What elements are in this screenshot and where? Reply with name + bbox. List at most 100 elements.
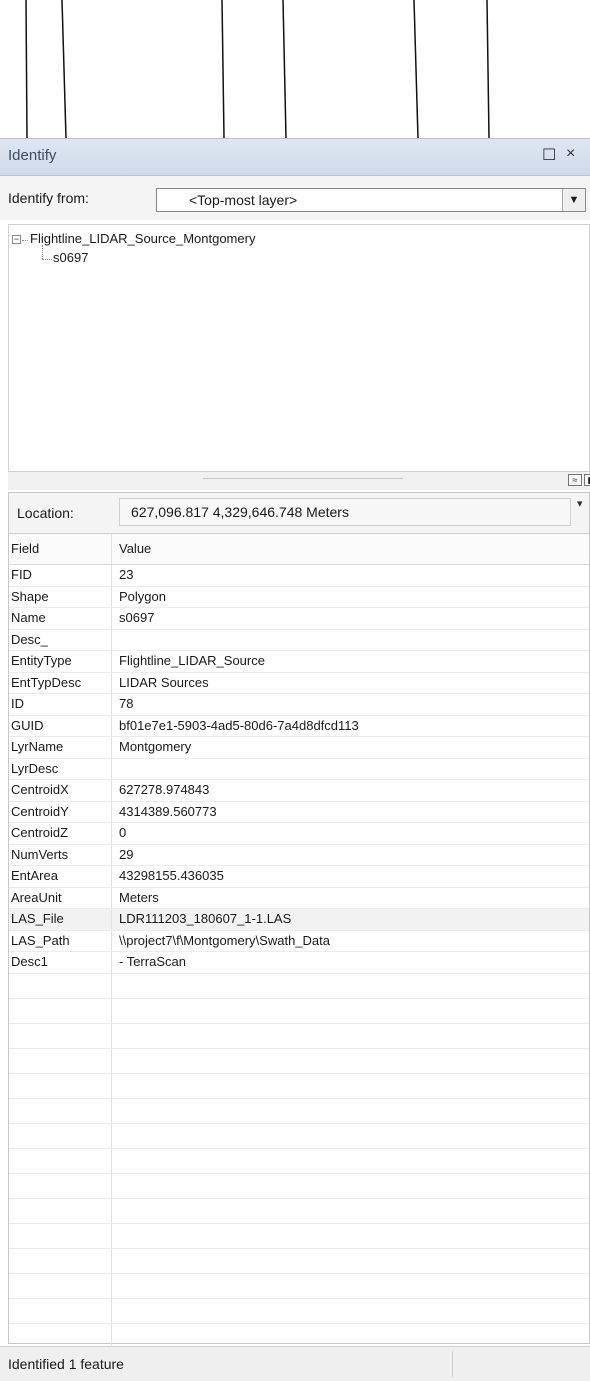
results-tree[interactable]: − Flightline_LIDAR_Source_Montgomery s06… (8, 224, 590, 472)
table-row[interactable]: LyrName Montgomery (9, 737, 589, 759)
value-cell: 29 (119, 846, 134, 862)
value-cell: Polygon (119, 588, 166, 604)
table-header: Field Value (9, 534, 589, 565)
table-row[interactable]: LyrDesc (9, 758, 589, 780)
window-title: Identify (8, 147, 57, 164)
table-row[interactable]: CentroidZ 0 (9, 823, 589, 845)
field-cell: EntArea (9, 866, 112, 887)
field-cell: Name (9, 608, 112, 629)
table-row[interactable]: ID 78 (9, 694, 589, 716)
splitter-grip[interactable] (203, 478, 403, 479)
maximize-icon[interactable]: ☐ (542, 145, 556, 165)
value-cell: bf01e7e1-5903-4ad5-80d6-7a4d8dfcd113 (119, 717, 359, 733)
table-row[interactable]: GUID bf01e7e1-5903-4ad5-80d6-7a4d8dfcd113 (9, 715, 589, 737)
value-cell: s0697 (119, 610, 155, 625)
value-cell: Montgomery (119, 739, 192, 754)
location-value[interactable]: 627,096.817 4,329,646.748 Meters (119, 498, 571, 526)
tree-feature-node[interactable]: s0697 (53, 250, 88, 265)
table-row[interactable]: LAS_Path \\project7\f\Montgomery\Swath_Da… (9, 930, 589, 952)
empty-row (9, 1323, 589, 1349)
location-row: Location: 627,096.817 4,329,646.748 Mete… (9, 493, 589, 534)
map-view[interactable] (0, 0, 590, 138)
tree-layer-node[interactable]: Flightline_LIDAR_Source_Montgomery (30, 231, 255, 246)
value-cell: 78 (119, 696, 134, 711)
table-row[interactable]: AreaUnit Meters (9, 887, 589, 909)
field-cell: LyrDesc (9, 758, 112, 779)
tree-connector (22, 240, 28, 241)
location-label: Location: (17, 505, 74, 521)
table-row[interactable]: CentroidX 627278.974843 (9, 780, 589, 802)
attributes-panel: Location: 627,096.817 4,329,646.748 Mete… (8, 492, 590, 1374)
window-title-bar[interactable]: Identify ☐ × (0, 138, 590, 176)
chevron-down-icon[interactable]: ▼ (562, 189, 585, 211)
layout-toggle-icon[interactable]: ▮ (584, 474, 590, 486)
field-cell: CentroidY (9, 801, 112, 822)
value-cell: 627278.974843 (119, 782, 210, 797)
header-value[interactable]: Value (119, 534, 151, 564)
field-cell: LAS_File (9, 909, 112, 930)
status-bar: Identified 1 feature (0, 1346, 590, 1381)
value-cell: LDR111203_180607_1-1.LAS (119, 911, 292, 926)
empty-row (9, 1223, 589, 1249)
identify-from-selected: <Top-most layer> (189, 192, 298, 208)
table-row[interactable]: EntTypDesc LIDAR Sources (9, 672, 589, 694)
empty-row (9, 1248, 589, 1274)
empty-row (9, 1098, 589, 1124)
identify-from-dropdown[interactable]: <Top-most layer> ▼ (156, 188, 586, 212)
pane-splitter[interactable]: ≈ ▮ (8, 472, 590, 490)
value-cell: 0 (119, 825, 127, 840)
expand-up-icon[interactable]: ≈ (568, 474, 582, 486)
close-icon[interactable]: × (566, 145, 575, 163)
field-cell: Desc_ (9, 629, 112, 650)
field-cell: EntTypDesc (9, 672, 112, 693)
empty-row (9, 1073, 589, 1099)
empty-row (9, 973, 589, 999)
field-cell: GUID (9, 715, 112, 736)
attribute-table: Field Value FID 23 Shape Polygon Name s0697… (9, 534, 589, 1374)
empty-row (9, 1273, 589, 1299)
value-cell: 4314389.560773 (119, 803, 217, 819)
value-cell: - TerraScan (119, 954, 186, 969)
field-cell: Desc1 (9, 952, 112, 973)
table-row[interactable]: EntArea 43298155.436035 (9, 866, 589, 888)
table-row[interactable]: FID 23 (9, 565, 589, 587)
field-cell: LAS_Path (9, 930, 112, 951)
value-cell: LIDAR Sources (119, 674, 209, 690)
tree-connector (42, 245, 43, 259)
empty-row (9, 1048, 589, 1074)
table-row[interactable]: LAS_File LDR111203_180607_1-1.LAS (9, 909, 589, 931)
status-divider (452, 1351, 453, 1377)
value-cell: \\project7\f\Montgomery\Swath_Data (119, 932, 330, 948)
value-cell: 43298155.436035 (119, 868, 224, 883)
table-row[interactable]: NumVerts 29 (9, 844, 589, 866)
field-cell: NumVerts (9, 844, 112, 865)
header-field[interactable]: Field (9, 534, 112, 564)
map-flightlines (25, 0, 490, 138)
value-cell: Meters (119, 889, 159, 905)
value-cell: 23 (119, 567, 134, 582)
table-row[interactable]: Shape Polygon (9, 586, 589, 608)
empty-row (9, 998, 589, 1024)
collapse-icon[interactable]: − (12, 235, 21, 244)
location-menu-icon[interactable]: ▾ (577, 497, 583, 510)
empty-row (9, 1123, 589, 1149)
field-cell: CentroidZ (9, 823, 112, 844)
status-text: Identified 1 feature (8, 1356, 124, 1372)
value-cell: Flightline_LIDAR_Source (119, 653, 265, 668)
field-cell: CentroidX (9, 780, 112, 801)
empty-row (9, 1173, 589, 1199)
table-row[interactable]: EntityType Flightline_LIDAR_Source (9, 651, 589, 673)
field-cell: LyrName (9, 737, 112, 758)
field-cell: ID (9, 694, 112, 715)
table-row[interactable]: Name s0697 (9, 608, 589, 630)
tree-connector (42, 259, 52, 260)
identify-from-row: Identify from: <Top-most layer> ▼ (0, 176, 590, 220)
field-cell: EntityType (9, 651, 112, 672)
empty-row (9, 1023, 589, 1049)
table-row[interactable]: Desc_ (9, 629, 589, 651)
field-cell: FID (9, 565, 112, 586)
empty-row (9, 1148, 589, 1174)
table-row[interactable]: Desc1 - TerraScan (9, 952, 589, 974)
empty-row (9, 1198, 589, 1224)
table-row[interactable]: CentroidY 4314389.560773 (9, 801, 589, 823)
